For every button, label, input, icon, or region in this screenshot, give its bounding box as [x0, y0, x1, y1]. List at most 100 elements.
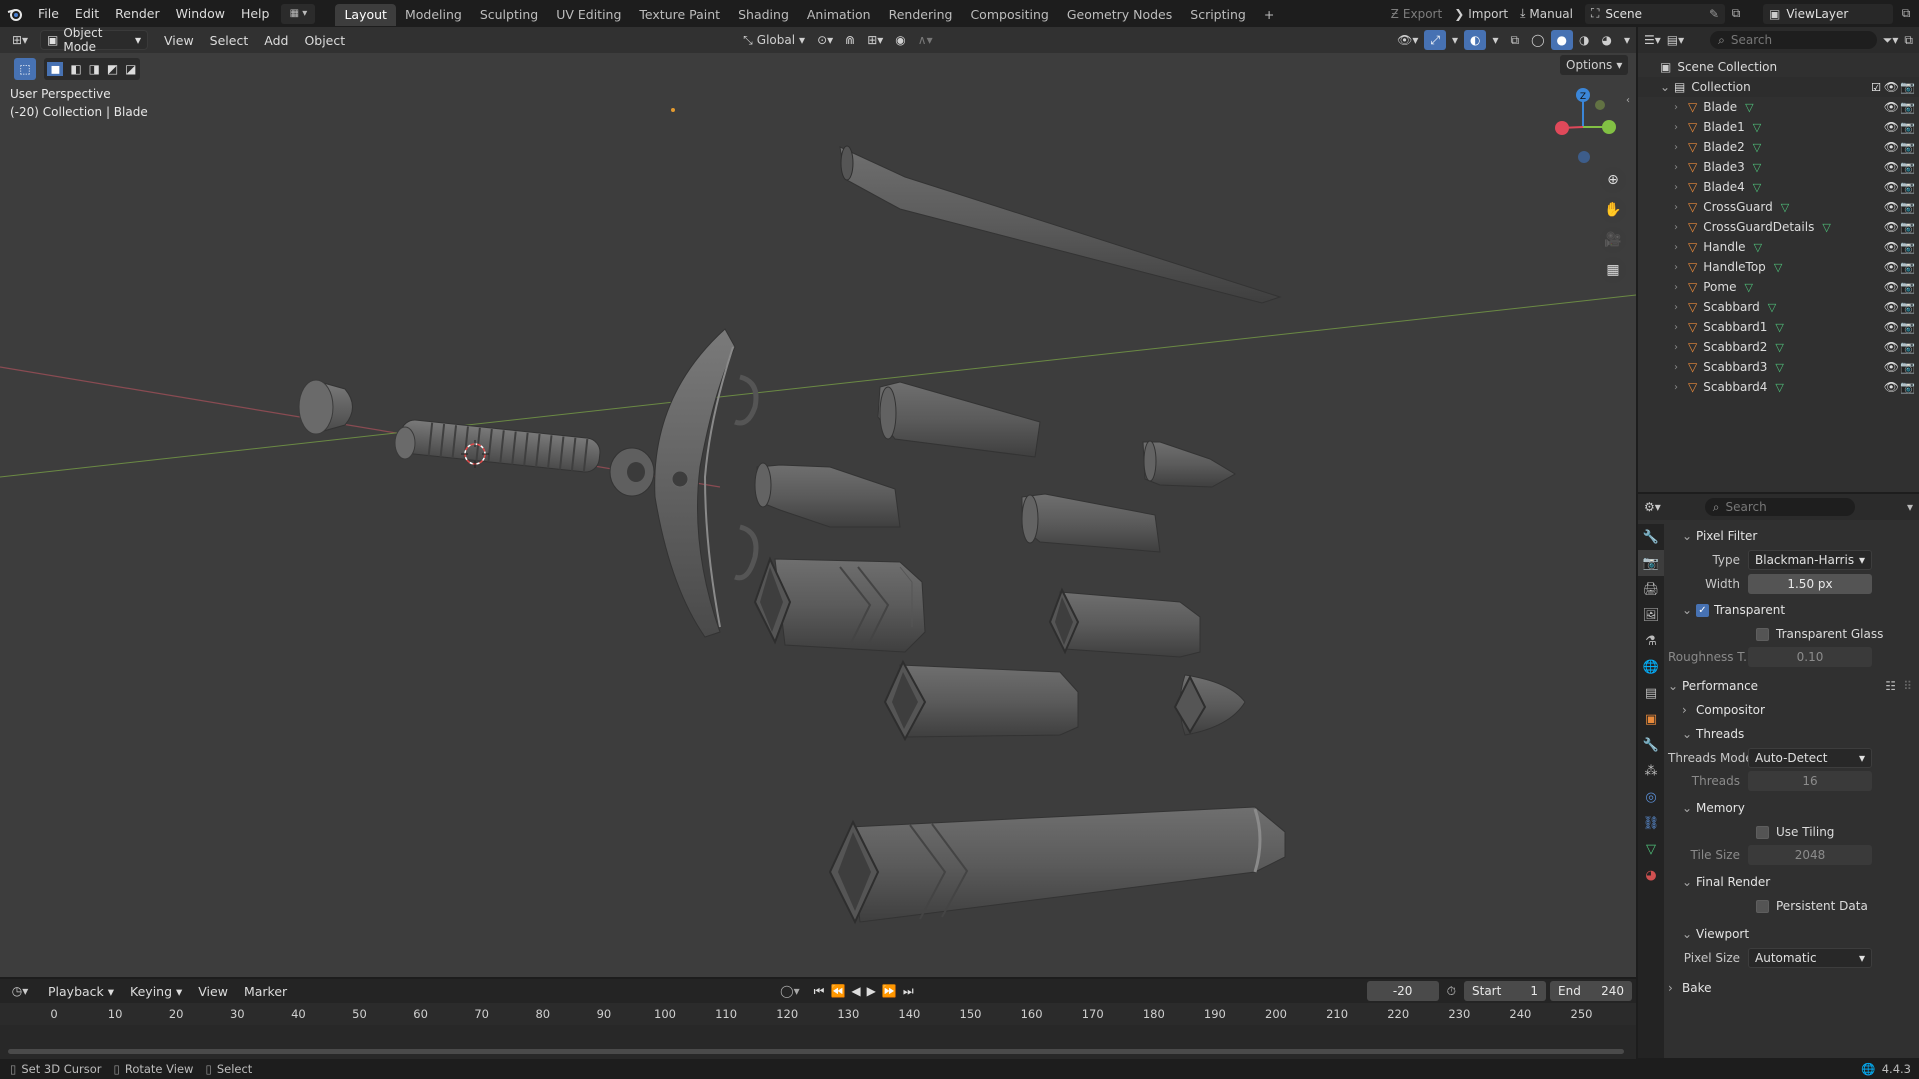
- jump-end-icon[interactable]: ⏭: [903, 984, 914, 999]
- handle-mesh[interactable]: [394, 419, 655, 497]
- outliner-object-row[interactable]: › ▽ Scabbard3 ▽ 👁 📷: [1638, 357, 1919, 377]
- blade1-mesh[interactable]: [877, 381, 1041, 458]
- menu-window[interactable]: Window: [168, 0, 233, 27]
- outliner-object-row[interactable]: › ▽ HandleTop ▽ 👁 📷: [1638, 257, 1919, 277]
- menu-file[interactable]: File: [30, 0, 67, 27]
- material-shading-button[interactable]: ◑: [1573, 30, 1595, 50]
- outliner-object-row[interactable]: › ▽ Scabbard2 ▽ 👁 📷: [1638, 337, 1919, 357]
- overlay-dropdown[interactable]: ▾: [1486, 30, 1504, 50]
- outliner-object-row[interactable]: › ▽ Scabbard ▽ 👁 📷: [1638, 297, 1919, 317]
- export-button[interactable]: Ƶ Export: [1385, 4, 1449, 24]
- collection-tab-icon[interactable]: ▤: [1638, 680, 1664, 706]
- performance-header[interactable]: ⌄ Performance ☷ ⠿: [1668, 674, 1914, 698]
- render-camera-icon[interactable]: 📷: [1900, 260, 1915, 274]
- filter-icon[interactable]: ⏷▾: [1883, 33, 1899, 48]
- visibility-eye-icon[interactable]: 👁: [1884, 380, 1899, 394]
- tab-sculpting[interactable]: Sculpting: [471, 4, 547, 26]
- frame-ruler[interactable]: 0 10 20 30 40 50 60 70 80 90 100 110 120 130 140 150 160…: [0, 1003, 1636, 1025]
- render-camera-icon[interactable]: 📷: [1900, 180, 1915, 194]
- visibility-eye-icon[interactable]: 👁: [1884, 160, 1899, 174]
- visibility-eye-icon[interactable]: 👁: [1884, 240, 1899, 254]
- particles-tab-icon[interactable]: ⁂: [1638, 758, 1664, 784]
- tab-shading[interactable]: Shading: [729, 4, 798, 26]
- visibility-eye-icon[interactable]: 👁: [1884, 120, 1899, 134]
- timeline-scrollbar[interactable]: [8, 1049, 1624, 1054]
- outliner-object-row[interactable]: › ▽ Blade1 ▽ 👁 📷: [1638, 117, 1919, 137]
- gizmo-toggle[interactable]: ⤢: [1424, 30, 1446, 50]
- chevron-down-icon[interactable]: ▾: [1907, 500, 1913, 514]
- pin-icon[interactable]: ✎: [1709, 7, 1719, 21]
- threads-count-field[interactable]: 16: [1748, 771, 1872, 791]
- add-workspace-button[interactable]: +: [1255, 4, 1283, 26]
- compositor-header[interactable]: › Compositor: [1668, 698, 1914, 722]
- tab-layout[interactable]: Layout: [335, 3, 396, 26]
- new-collection-icon[interactable]: ⧉: [1904, 33, 1913, 48]
- options-dropdown[interactable]: Options ▾: [1560, 55, 1629, 75]
- selection-mode-buttons[interactable]: ◼ ◧ ◨ ◩ ◪: [44, 58, 140, 80]
- templates-icon[interactable]: ▦ ▾: [281, 3, 316, 24]
- timeline-editor-icon[interactable]: ◷▾: [0, 984, 40, 998]
- snap-target-dropdown[interactable]: ⊞▾: [861, 30, 889, 50]
- mode-dropdown[interactable]: ▣ Object Mode ▾: [40, 27, 148, 54]
- expand-arrow-icon[interactable]: ⌄: [1660, 80, 1674, 94]
- overlay-toggle[interactable]: ◐: [1463, 30, 1487, 50]
- expand-arrow-icon[interactable]: ›: [1674, 242, 1688, 253]
- display-mode-icon[interactable]: ▤▾: [1667, 33, 1684, 47]
- jump-key-forward-icon[interactable]: ⏩: [882, 984, 897, 999]
- presets-list-icon[interactable]: ☷: [1885, 679, 1896, 693]
- visibility-eye-icon[interactable]: 👁: [1884, 200, 1899, 214]
- wireframe-shading-button[interactable]: ◯: [1525, 30, 1550, 50]
- data-tab-icon[interactable]: ▽: [1638, 836, 1664, 862]
- expand-arrow-icon[interactable]: ›: [1674, 182, 1688, 193]
- menu-add[interactable]: Add: [256, 33, 296, 48]
- gizmo-dropdown[interactable]: ▾: [1446, 30, 1464, 50]
- crossguard-mesh[interactable]: [654, 328, 759, 638]
- outliner-object-row[interactable]: › ▽ Blade2 ▽ 👁 📷: [1638, 137, 1919, 157]
- outliner-object-row[interactable]: › ▽ CrossGuard ▽ 👁 📷: [1638, 197, 1919, 217]
- expand-arrow-icon[interactable]: ›: [1674, 302, 1688, 313]
- blade2-mesh[interactable]: [1142, 440, 1236, 488]
- navigation-gizmo[interactable]: Z: [1555, 88, 1616, 163]
- timeline-editor[interactable]: ◷▾ Playback ▾ Keying ▾ View Marker ◯▾ ⏮ …: [0, 979, 1636, 1059]
- render-camera-icon[interactable]: 📷: [1900, 240, 1915, 254]
- material-tab-icon[interactable]: ◕: [1638, 862, 1664, 888]
- zoom-icon[interactable]: ⊕: [1600, 167, 1626, 193]
- outliner-object-row[interactable]: › ▽ CrossGuardDetails ▽ 👁 📷: [1638, 217, 1919, 237]
- object-tab-icon[interactable]: ▣: [1638, 706, 1664, 732]
- render-camera-icon[interactable]: 📷: [1900, 120, 1915, 134]
- import-button[interactable]: ❯ Import: [1448, 4, 1514, 24]
- roughness-threshold-field[interactable]: 0.10: [1748, 647, 1872, 667]
- tab-modeling[interactable]: Modeling: [396, 4, 471, 26]
- subtract-selection-icon[interactable]: ◨: [89, 62, 100, 76]
- invert-selection-icon[interactable]: ◩: [107, 62, 118, 76]
- memory-header[interactable]: ⌄ Memory: [1668, 796, 1914, 820]
- outliner-object-row[interactable]: › ▽ Blade3 ▽ 👁 📷: [1638, 157, 1919, 177]
- pixel-filter-header[interactable]: ⌄ Pixel Filter: [1668, 524, 1914, 548]
- jump-key-back-icon[interactable]: ⏪: [830, 984, 845, 999]
- render-camera-icon[interactable]: 📷: [1900, 100, 1915, 114]
- expand-arrow-icon[interactable]: ›: [1674, 202, 1688, 213]
- threads-mode-select[interactable]: Auto-Detect ▾: [1748, 748, 1872, 768]
- visibility-eye-icon[interactable]: 👁: [1884, 140, 1899, 154]
- render-camera-icon[interactable]: 📷: [1900, 380, 1915, 394]
- render-camera-icon[interactable]: 📷: [1900, 320, 1915, 334]
- view-layer-tab-icon[interactable]: 🖼: [1638, 602, 1664, 628]
- visibility-eye-icon[interactable]: 👁: [1884, 100, 1899, 114]
- select-tool-button[interactable]: ⬚: [14, 58, 36, 80]
- rendered-shading-button[interactable]: ◕: [1595, 30, 1617, 50]
- proportional-edit-toggle[interactable]: ◉: [889, 30, 911, 50]
- scabbard-mesh[interactable]: [828, 806, 1286, 925]
- render-camera-icon[interactable]: 📷: [1900, 340, 1915, 354]
- outliner-object-row[interactable]: › ▽ Blade ▽ 👁 📷: [1638, 97, 1919, 117]
- use-tiling-checkbox[interactable]: [1756, 825, 1769, 839]
- expand-arrow-icon[interactable]: ›: [1674, 142, 1688, 153]
- expand-arrow-icon[interactable]: ›: [1674, 362, 1688, 373]
- auto-keying-icon[interactable]: ◯▾: [780, 984, 799, 998]
- visibility-eye-icon[interactable]: 👁: [1884, 220, 1899, 234]
- transparent-header[interactable]: ⌄ ✓ Transparent: [1668, 598, 1914, 622]
- scabbard3-mesh[interactable]: [883, 659, 1079, 742]
- output-tab-icon[interactable]: 🖨: [1638, 576, 1664, 602]
- world-tab-icon[interactable]: 🌐: [1638, 654, 1664, 680]
- play-reverse-icon[interactable]: ◀: [851, 984, 860, 999]
- intersect-selection-icon[interactable]: ◪: [125, 62, 136, 76]
